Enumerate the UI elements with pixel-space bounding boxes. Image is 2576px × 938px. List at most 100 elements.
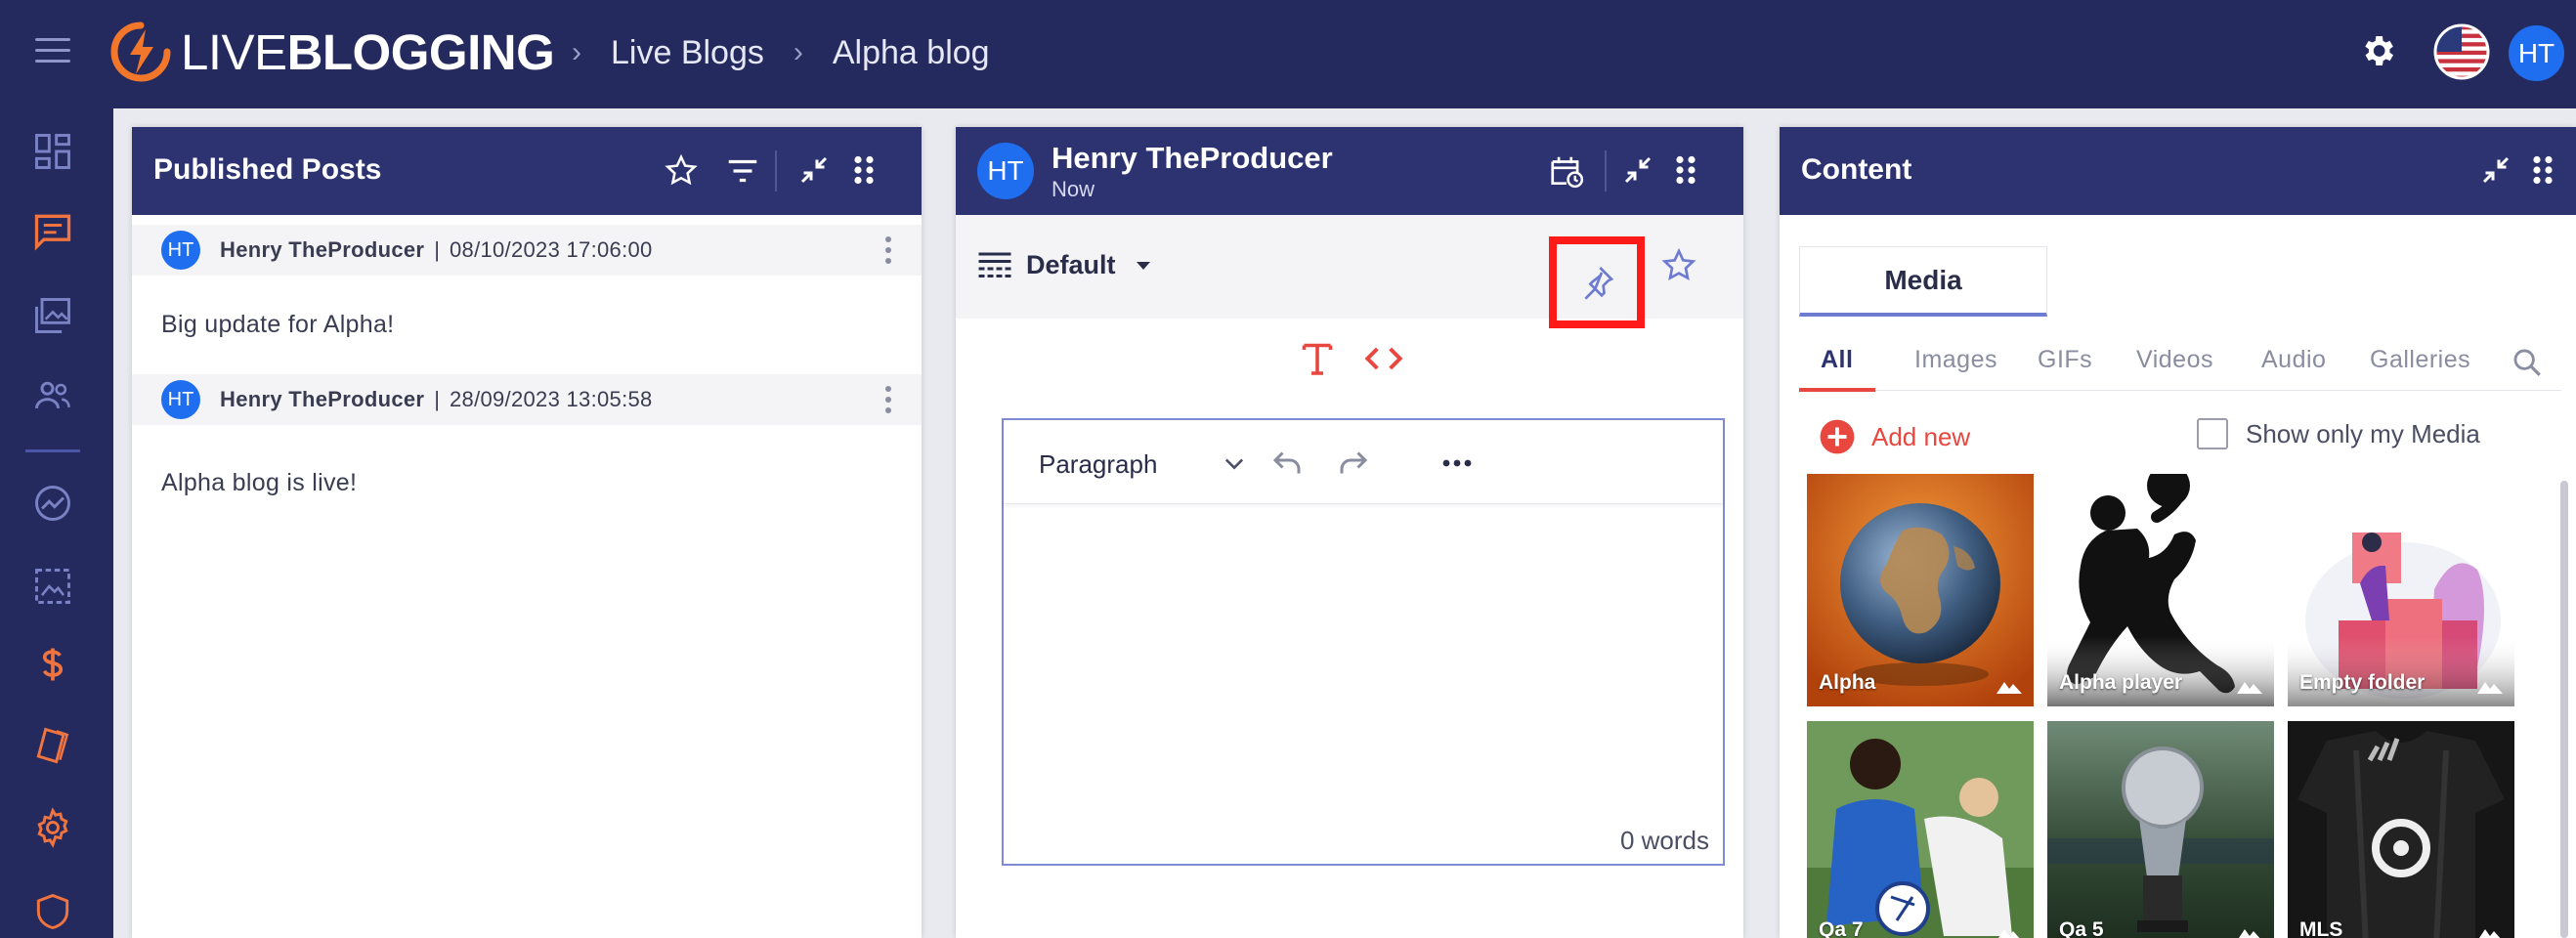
user-avatar[interactable]: HT <box>2509 25 2564 81</box>
brand-logo[interactable]: LIVEBLOGGING <box>110 21 555 82</box>
image-type-icon <box>1996 922 2022 938</box>
us-flag-icon[interactable] <box>2433 23 2490 80</box>
only-my-media-toggle[interactable]: Show only my Media <box>2197 418 2480 449</box>
editor-time: Now <box>1052 177 1095 201</box>
avatar: HT <box>977 143 1034 199</box>
media-thumbnail[interactable]: MLS <box>2288 721 2514 938</box>
image-crop-icon[interactable] <box>31 565 74 608</box>
brand-light: LIVE <box>181 23 287 80</box>
chevron-down-icon[interactable] <box>1221 449 1248 477</box>
media-thumbnail[interactable]: Empty folder <box>2288 474 2514 706</box>
redo-icon[interactable] <box>1336 446 1371 481</box>
collapse-arrows-icon[interactable] <box>2478 152 2513 188</box>
media-thumbnail[interactable]: Qa 5 <box>2047 721 2274 938</box>
drag-handle-icon[interactable] <box>1671 152 1700 188</box>
favorite-star-icon[interactable] <box>1659 246 1698 285</box>
image-type-icon <box>2237 922 2262 938</box>
panel-title: Content <box>1801 153 1912 186</box>
published-posts-header: Published Posts <box>132 127 922 215</box>
more-horizontal-icon[interactable] <box>1441 449 1473 477</box>
media-filter-tabs: All Images GIFs Videos Audio Galleries <box>1799 332 2561 392</box>
menu-icon[interactable] <box>35 36 70 65</box>
post-body[interactable]: Alpha blog is live! <box>161 469 357 497</box>
subtab-galleries[interactable]: Galleries <box>2370 346 2470 374</box>
header-divider <box>1605 150 1607 192</box>
collapse-arrows-icon[interactable] <box>1620 152 1655 188</box>
settings-icon[interactable] <box>31 806 74 849</box>
template-label: Default <box>1026 250 1116 279</box>
post-meta-row: HT Henry TheProducer | 08/10/2023 17:06:… <box>132 225 922 276</box>
chevron-right-icon: › <box>572 36 581 68</box>
drag-handle-icon[interactable] <box>2528 152 2557 188</box>
post-author: Henry TheProducer <box>220 237 425 262</box>
breadcrumb-live-blogs[interactable]: Live Blogs <box>611 34 764 72</box>
add-new-label: Add new <box>1871 421 1971 451</box>
sidebar-divider <box>25 449 80 452</box>
media-label: Alpha <box>1819 671 1876 694</box>
undo-icon[interactable] <box>1269 446 1305 481</box>
settings-gear-icon[interactable] <box>2358 31 2397 70</box>
analytics-icon[interactable] <box>31 482 74 525</box>
security-shield-icon[interactable] <box>31 890 74 933</box>
editor-header: HT Henry TheProducer Now <box>956 127 1743 215</box>
text-mode-icon[interactable] <box>1300 339 1335 378</box>
template-icon <box>978 252 1011 277</box>
subtab-gifs[interactable]: GIFs <box>2038 346 2092 374</box>
media-label: Empty folder <box>2299 671 2426 694</box>
search-icon[interactable] <box>2511 346 2544 379</box>
post-meta-row: HT Henry TheProducer | 28/09/2023 13:05:… <box>132 374 922 425</box>
scrollbar[interactable] <box>2560 481 2568 938</box>
editor-mode-switch <box>1300 339 1403 378</box>
users-icon[interactable] <box>31 374 74 417</box>
post-author: Henry TheProducer <box>220 387 425 411</box>
media-label: Alpha player <box>2059 671 2183 694</box>
dollar-icon[interactable] <box>31 643 74 686</box>
content-header: Content <box>1780 127 2576 215</box>
pin-icon <box>1584 267 1614 300</box>
media-thumbnail[interactable]: Qa 7 <box>1807 721 2034 938</box>
avatar: HT <box>161 231 200 270</box>
star-icon[interactable] <box>663 152 700 190</box>
cards-icon[interactable] <box>31 724 74 767</box>
dashboard-icon[interactable] <box>31 130 74 173</box>
subtab-videos[interactable]: Videos <box>2136 346 2213 374</box>
rte-toolbar: Paragraph <box>1004 420 1723 504</box>
pin-button[interactable] <box>1549 236 1645 328</box>
block-type-select[interactable]: Paragraph <box>1039 449 1157 480</box>
active-tab-indicator <box>1799 388 1875 392</box>
more-options-icon[interactable] <box>882 384 894 415</box>
media-thumbnail[interactable]: Alpha player <box>2047 474 2274 706</box>
tab-media[interactable]: Media <box>1799 246 2047 317</box>
post-date: 08/10/2023 17:06:00 <box>450 237 653 262</box>
post-date: 28/09/2023 13:05:58 <box>450 387 653 411</box>
subtab-all[interactable]: All <box>1821 346 1853 374</box>
add-new-button[interactable]: Add new <box>1819 418 1970 455</box>
image-type-icon <box>1996 675 2022 695</box>
template-dropdown[interactable]: Default <box>977 250 1155 280</box>
drag-handle-icon[interactable] <box>849 152 879 188</box>
top-bar: LIVEBLOGGING › Live Blogs › Alpha blog H… <box>0 0 2576 108</box>
separator: | <box>434 237 440 262</box>
word-count: 0 words <box>1619 826 1709 855</box>
post-body[interactable]: Big update for Alpha! <box>161 311 394 339</box>
rich-text-editor[interactable]: Paragraph 0 words <box>1002 418 1725 866</box>
media-gallery-icon[interactable] <box>31 294 74 337</box>
sidebar <box>0 108 113 938</box>
media-thumbnail[interactable]: Alpha <box>1807 474 2034 706</box>
only-my-media-checkbox[interactable] <box>2197 418 2228 449</box>
collapse-arrows-icon[interactable] <box>796 152 832 188</box>
subtab-images[interactable]: Images <box>1914 346 1997 374</box>
filter-icon[interactable] <box>724 152 761 190</box>
subtab-audio[interactable]: Audio <box>2261 346 2326 374</box>
media-label: MLS <box>2299 918 2343 938</box>
published-posts-panel: Published Posts HT Henry TheProducer | 0… <box>132 127 922 938</box>
more-options-icon[interactable] <box>882 234 894 266</box>
breadcrumb-alpha-blog[interactable]: Alpha blog <box>833 34 990 72</box>
code-mode-icon[interactable] <box>1364 339 1403 378</box>
soccer-players-image <box>1807 721 2034 938</box>
caret-down-icon <box>1136 261 1150 270</box>
posts-chat-icon[interactable] <box>31 209 74 252</box>
schedule-calendar-icon[interactable] <box>1548 152 1585 190</box>
jersey-image <box>2288 721 2514 938</box>
chevron-right-icon: › <box>793 36 803 68</box>
